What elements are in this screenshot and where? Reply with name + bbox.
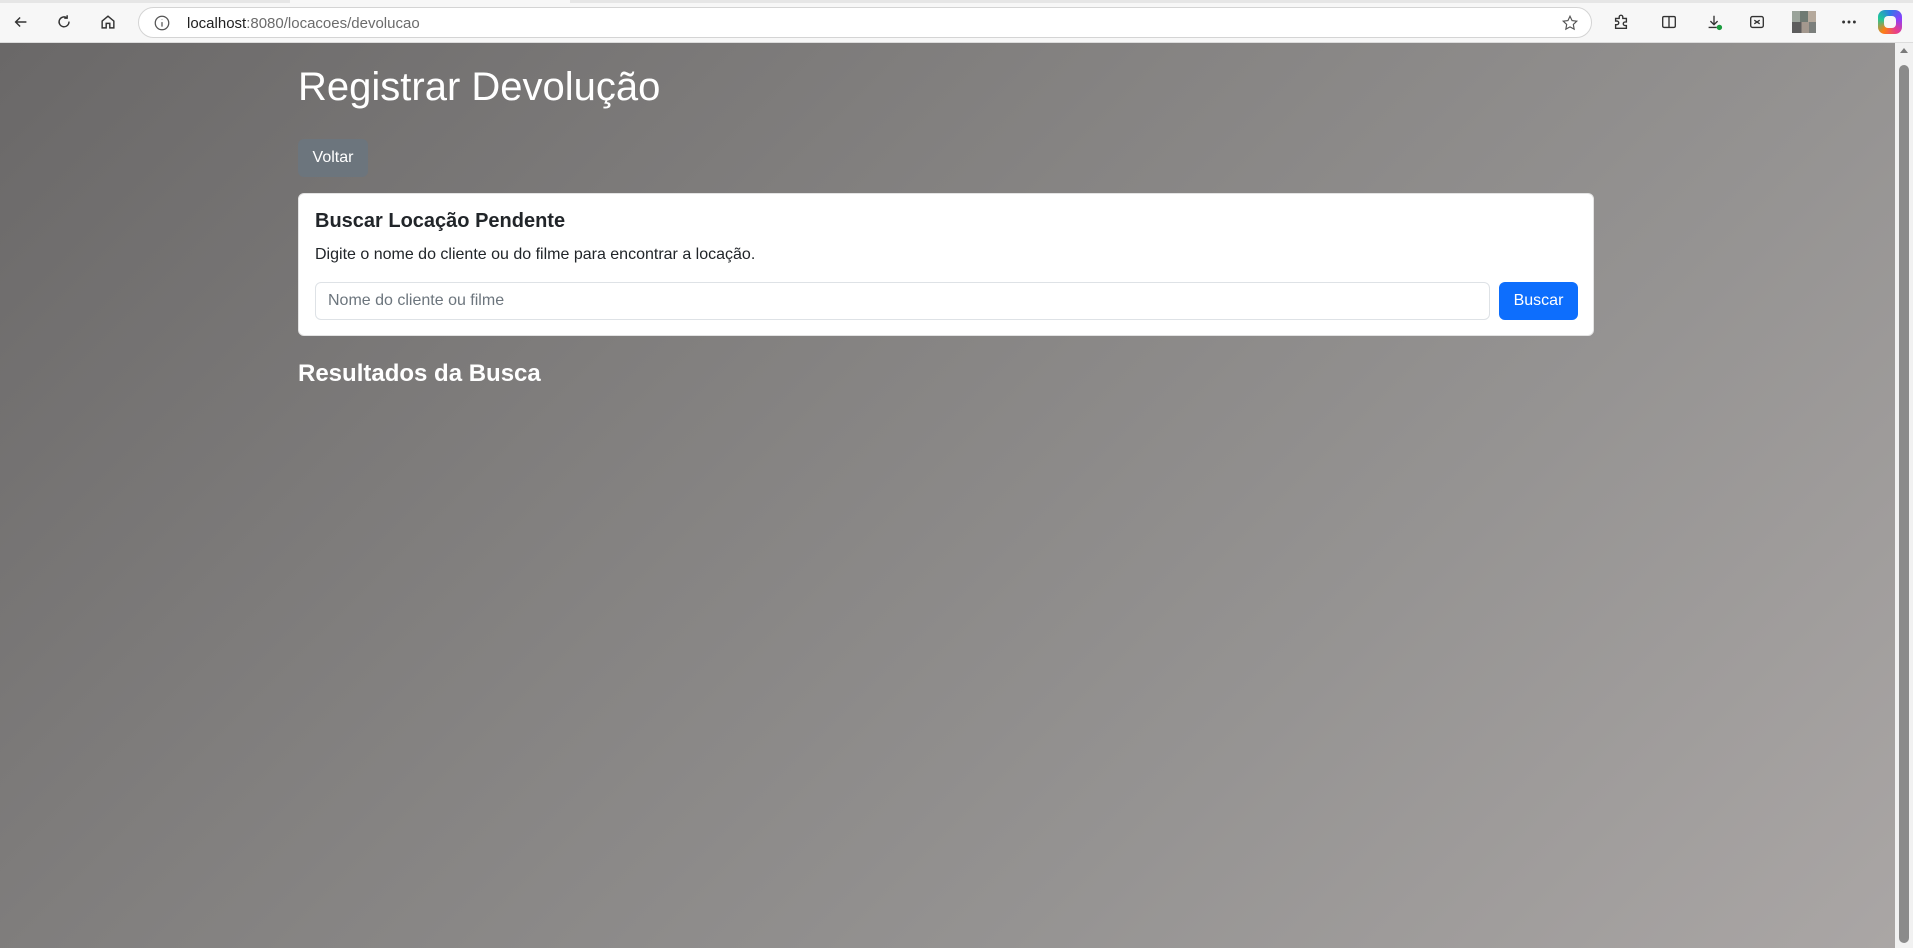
url-host: localhost: [187, 15, 247, 32]
download-icon[interactable]: [1703, 11, 1725, 33]
address-bar[interactable]: localhost:8080/locacoes/devolucao: [138, 7, 1592, 38]
star-icon[interactable]: [1561, 14, 1579, 32]
more-icon[interactable]: [1838, 11, 1860, 33]
reload-icon[interactable]: [50, 8, 78, 36]
page-viewport: Registrar Devolução Voltar Buscar Locaçã…: [0, 43, 1895, 948]
search-input[interactable]: [315, 282, 1490, 320]
results-title: Resultados da Busca: [298, 360, 541, 387]
home-icon[interactable]: [94, 8, 122, 36]
search-button[interactable]: Buscar: [1499, 282, 1578, 320]
active-tab-indicator: [290, 0, 570, 3]
puzzle-icon[interactable]: [1610, 11, 1632, 33]
scrollbar-thumb[interactable]: [1899, 65, 1909, 943]
url-path: :8080/locacoes/devolucao: [246, 15, 420, 32]
vertical-scrollbar[interactable]: [1895, 43, 1913, 948]
search-card: Buscar Locação Pendente Digite o nome do…: [298, 193, 1594, 336]
heart-shield-icon[interactable]: [1746, 11, 1768, 33]
search-card-title: Buscar Locação Pendente: [315, 210, 566, 232]
url-text[interactable]: localhost:8080/locacoes/devolucao: [187, 15, 420, 32]
back-button[interactable]: Voltar: [298, 139, 368, 177]
back-arrow-icon[interactable]: [7, 8, 35, 36]
page-title: Registrar Devolução: [298, 65, 661, 109]
copilot-icon[interactable]: [1878, 10, 1902, 34]
tab-strip: [0, 0, 1913, 3]
profile-avatar[interactable]: [1792, 11, 1816, 33]
split-screen-icon[interactable]: [1658, 11, 1680, 33]
search-card-description: Digite o nome do cliente ou do filme par…: [315, 246, 756, 263]
info-icon[interactable]: [153, 14, 171, 32]
scroll-up-icon[interactable]: [1900, 48, 1908, 53]
browser-toolbar: localhost:8080/locacoes/devolucao: [0, 0, 1913, 43]
